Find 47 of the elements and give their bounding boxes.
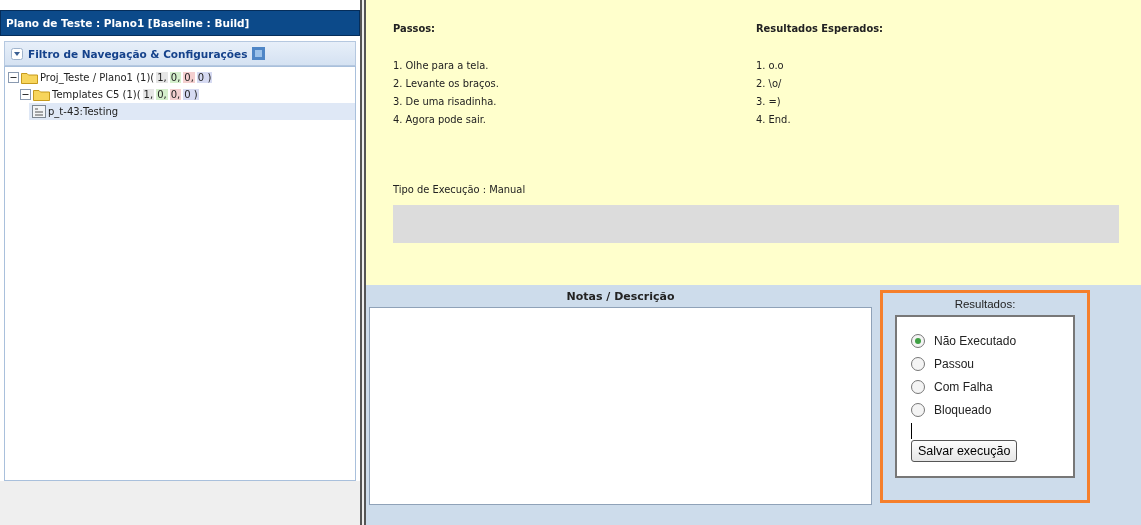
radio-label: Com Falha: [934, 379, 993, 394]
step-text: 3. De uma risadinha.: [393, 94, 498, 110]
folder-icon: [33, 88, 50, 101]
steps-heading: Passos:: [393, 22, 437, 35]
expected-text: 2. \o/: [756, 76, 783, 92]
count-label: 0,: [183, 72, 195, 83]
radio-label: Passou: [934, 356, 975, 371]
tree-item[interactable]: Proj_Teste / Plano1 (1)( 1, 0, 0, 0 ): [5, 69, 355, 86]
save-button[interactable]: Salvar execução: [911, 440, 1018, 462]
collapse-icon[interactable]: [8, 72, 19, 83]
radio-button[interactable]: [911, 379, 925, 394]
count-label: 1,: [142, 89, 155, 100]
notes-field[interactable]: [369, 307, 872, 505]
count-label: 0 ): [183, 89, 199, 100]
count-label: 0,: [169, 72, 182, 83]
count-label: 1,: [156, 72, 168, 83]
expected-heading: Resultados Esperados:: [756, 22, 885, 35]
execution-type: Tipo de Execução : Manual: [393, 183, 527, 196]
results-heading: Resultados:: [953, 298, 1017, 310]
radio-button[interactable]: [911, 333, 925, 348]
count-label: 0,: [156, 89, 168, 100]
expected-text: 4. End.: [756, 112, 792, 128]
notes-heading: Notas / Descrição: [565, 290, 676, 303]
radio-button[interactable]: [911, 356, 925, 371]
step-text: 1. Olhe para a tela.: [393, 58, 490, 74]
filter-header[interactable]: Filtro de Navegação & Configurações: [4, 41, 356, 66]
collapse-icon[interactable]: [20, 89, 31, 100]
tree-label: Proj_Teste / Plano1 (1)(: [40, 72, 155, 83]
tree-item[interactable]: Templates C5 (1)( 1, 0, 0, 0 ): [17, 86, 355, 103]
radio-label: Bloqueado: [934, 402, 992, 417]
tree-item[interactable]: p_t-43:Testing: [29, 103, 355, 120]
expected-text: 1. o.o: [756, 58, 785, 74]
expected-text: 3. =): [756, 94, 782, 110]
step-text: 4. Agora pode sair.: [393, 112, 487, 128]
help-icon[interactable]: [252, 47, 266, 60]
step-text: 2. Levante os braços.: [393, 76, 500, 92]
toggle-icon[interactable]: [11, 47, 23, 60]
count-label: 0 ): [196, 72, 213, 83]
count-label: 0,: [169, 89, 182, 100]
tree-label: Templates C5 (1)(: [52, 89, 141, 100]
radio-button[interactable]: [911, 402, 925, 417]
panel-title: Plano de Teste : Plano1 [Baseline : Build]: [0, 10, 360, 36]
document-icon: [32, 105, 46, 118]
folder-icon: [21, 71, 38, 84]
tree-label: p_t-43:Testing: [48, 106, 119, 117]
filter-label: Filtro de Navegação & Configurações: [28, 47, 248, 60]
radio-label: Não Executado: [934, 333, 1017, 348]
